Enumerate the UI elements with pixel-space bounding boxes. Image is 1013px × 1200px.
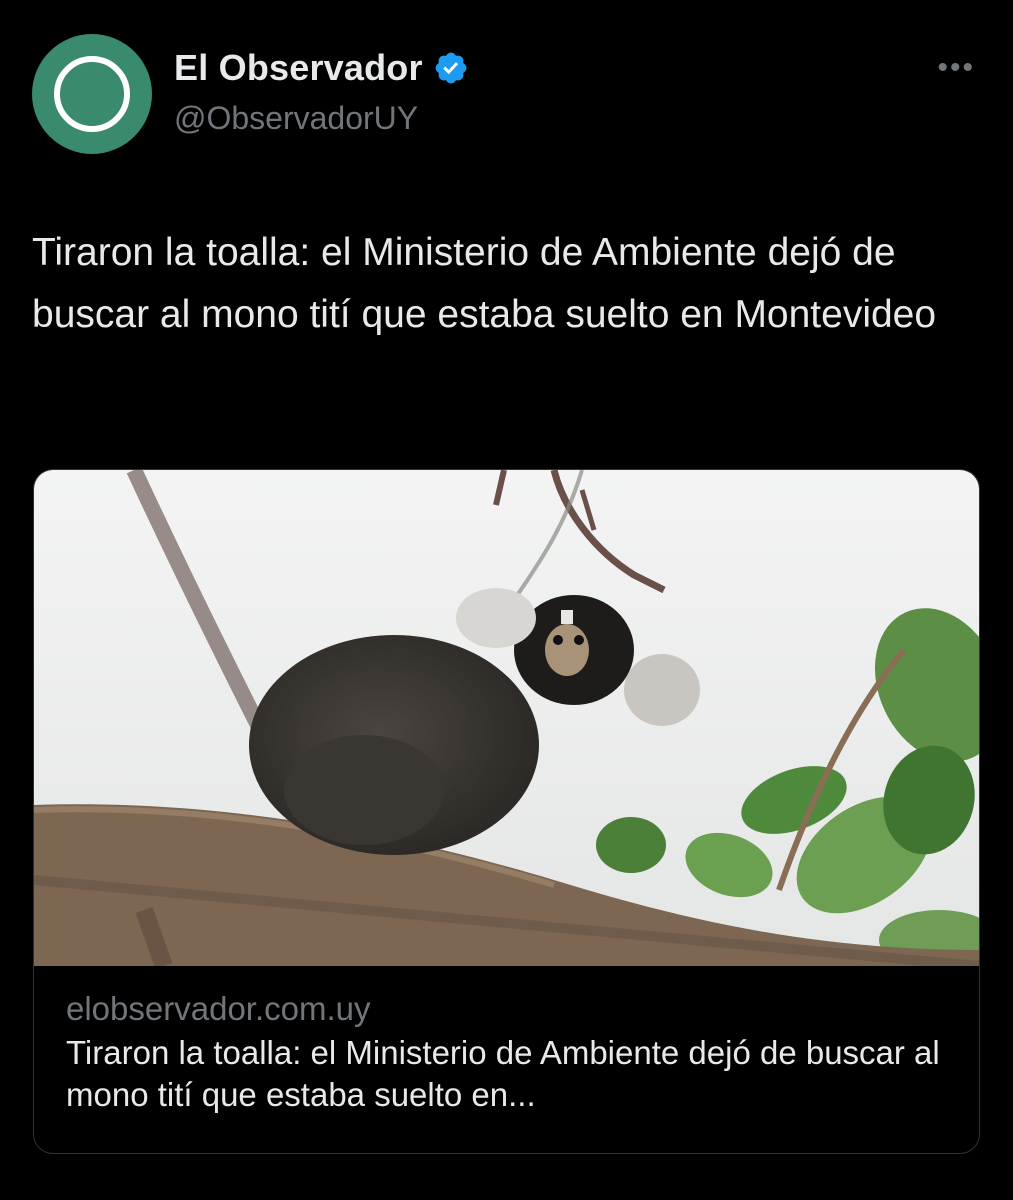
marmoset-photo[interactable] (34, 470, 979, 966)
display-name[interactable]: El Observador (174, 47, 423, 89)
card-title[interactable]: Tiraron la toalla: el Ministerio de Ambi… (66, 1032, 947, 1116)
author-info[interactable]: El Observador @ObservadorUY (174, 46, 469, 137)
handle[interactable]: @ObservadorUY (174, 100, 469, 137)
card-domain[interactable]: elobservador.com.uy (66, 988, 947, 1030)
display-name-row: El Observador (174, 46, 469, 90)
verified-badge-icon (435, 52, 467, 84)
card-meta: elobservador.com.uy Tiraron la toalla: e… (66, 988, 947, 1116)
avatar[interactable] (32, 34, 152, 154)
tweet-header: El Observador @ObservadorUY ••• (32, 32, 981, 154)
logo-ring (54, 56, 130, 132)
tweet-text: Tiraron la toalla: el Ministerio de Ambi… (32, 231, 937, 336)
more-horizontal-icon[interactable]: ••• (937, 53, 975, 83)
link-card[interactable]: elobservador.com.uy Tiraron la toalla: e… (33, 469, 980, 1154)
